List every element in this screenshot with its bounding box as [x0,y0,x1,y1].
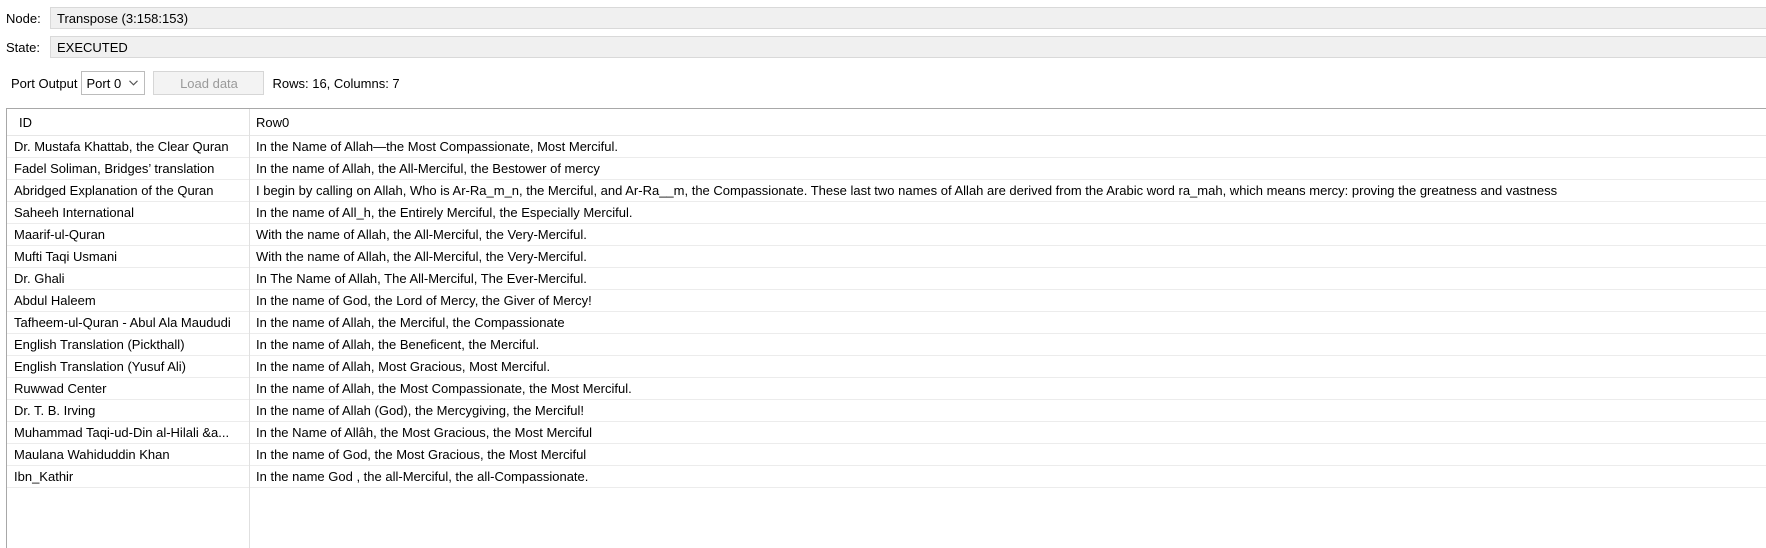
cell-row0[interactable]: In The Name of Allah, The All-Merciful, … [249,271,1766,286]
state-row: State: EXECUTED [0,35,1766,59]
cell-id[interactable]: Fadel Soliman, Bridges’ translation [7,161,249,176]
table-row[interactable]: Saheeh International In the name of All_h… [7,202,1766,224]
column-divider[interactable] [249,109,250,548]
table-row[interactable]: Ibn_Kathir In the name God , the all-Merc… [7,466,1766,488]
table-header: ID Row0 [7,109,1766,136]
table-row[interactable]: Abdul Haleem In the name of God, the Lord… [7,290,1766,312]
cell-id[interactable]: Ruwwad Center [7,381,249,396]
table-row[interactable]: English Translation (Yusuf Ali) In the na… [7,356,1766,378]
state-label: State: [6,39,40,55]
cell-row0[interactable]: In the name of All_h, the Entirely Merci… [249,205,1766,220]
cell-row0[interactable]: In the name God , the all-Merciful, the … [249,469,1766,484]
table-row[interactable]: Maulana Wahiduddin Khan In the name of Go… [7,444,1766,466]
header-id[interactable]: ID [7,115,249,130]
chevron-down-icon [129,79,139,88]
table-row[interactable]: Muhammad Taqi-ud-Din al-Hilali &a... In t… [7,422,1766,444]
cell-row0[interactable]: In the name of Allah (God), the Mercygiv… [249,403,1766,418]
table-row[interactable]: Dr. T. B. Irving In the name of Allah (Go… [7,400,1766,422]
node-row: Node: Transpose (3:158:153) [0,6,1766,30]
cell-id[interactable]: Abridged Explanation of the Quran [7,183,249,198]
data-table[interactable]: ID Row0 Dr. Mustafa Khattab, the Clear Q… [6,108,1766,548]
table-row[interactable]: Abridged Explanation of the Quran I begin… [7,180,1766,202]
cell-row0[interactable]: In the Name of Allah—the Most Compassion… [249,139,1766,154]
cell-id[interactable]: Maulana Wahiduddin Khan [7,447,249,462]
port-output-label: Port Output [11,75,78,91]
cell-row0[interactable]: With the name of Allah, the All-Merciful… [249,249,1766,264]
rows-columns-info: Rows: 16, Columns: 7 [272,75,400,91]
cell-id[interactable]: Tafheem-ul-Quran - Abul Ala Maududi [7,315,249,330]
cell-row0[interactable]: With the name of Allah, the All-Merciful… [249,227,1766,242]
cell-row0[interactable]: In the name of Allah, the All-Merciful, … [249,161,1766,176]
table-body: Dr. Mustafa Khattab, the Clear Quran In t… [7,136,1766,488]
cell-id[interactable]: Saheeh International [7,205,249,220]
port-select-value: Port 0 [86,75,122,91]
cell-id[interactable]: Mufti Taqi Usmani [7,249,249,264]
table-row[interactable]: Fadel Soliman, Bridges’ translation In th… [7,158,1766,180]
table-row[interactable]: Ruwwad Center In the name of Allah, the M… [7,378,1766,400]
cell-id[interactable]: English Translation (Pickthall) [7,337,249,352]
cell-row0[interactable]: In the name of Allah, the Most Compassio… [249,381,1766,396]
port-toolbar: Port Output Port 0 Load data Rows: 16, C… [0,70,1766,96]
cell-id[interactable]: Dr. T. B. Irving [7,403,249,418]
header-row0[interactable]: Row0 [249,115,1766,130]
cell-id[interactable]: Dr. Mustafa Khattab, the Clear Quran [7,139,249,154]
cell-id[interactable]: Abdul Haleem [7,293,249,308]
table-row[interactable]: Dr. Ghali In The Name of Allah, The All-M… [7,268,1766,290]
cell-row0[interactable]: I begin by calling on Allah, Who is Ar-R… [249,183,1766,198]
state-field[interactable]: EXECUTED [50,36,1766,58]
cell-row0[interactable]: In the name of Allah, the Merciful, the … [249,315,1766,330]
cell-id[interactable]: English Translation (Yusuf Ali) [7,359,249,374]
cell-id[interactable]: Ibn_Kathir [7,469,249,484]
table-row[interactable]: Mufti Taqi Usmani With the name of Allah,… [7,246,1766,268]
cell-id[interactable]: Dr. Ghali [7,271,249,286]
node-field[interactable]: Transpose (3:158:153) [50,7,1766,29]
load-data-button[interactable]: Load data [153,71,265,95]
cell-row0[interactable]: In the name of Allah, the Beneficent, th… [249,337,1766,352]
cell-row0[interactable]: In the name of Allah, Most Gracious, Mos… [249,359,1766,374]
table-row[interactable]: Tafheem-ul-Quran - Abul Ala Maududi In th… [7,312,1766,334]
table-row[interactable]: Dr. Mustafa Khattab, the Clear Quran In t… [7,136,1766,158]
table-row[interactable]: English Translation (Pickthall) In the na… [7,334,1766,356]
cell-row0[interactable]: In the Name of Allâh, the Most Gracious,… [249,425,1766,440]
node-label: Node: [6,10,41,26]
port-select[interactable]: Port 0 [81,71,146,95]
cell-id[interactable]: Maarif-ul-Quran [7,227,249,242]
cell-row0[interactable]: In the name of God, the Lord of Mercy, t… [249,293,1766,308]
table-row[interactable]: Maarif-ul-Quran With the name of Allah, t… [7,224,1766,246]
cell-id[interactable]: Muhammad Taqi-ud-Din al-Hilali &a... [7,425,249,440]
cell-row0[interactable]: In the name of God, the Most Gracious, t… [249,447,1766,462]
